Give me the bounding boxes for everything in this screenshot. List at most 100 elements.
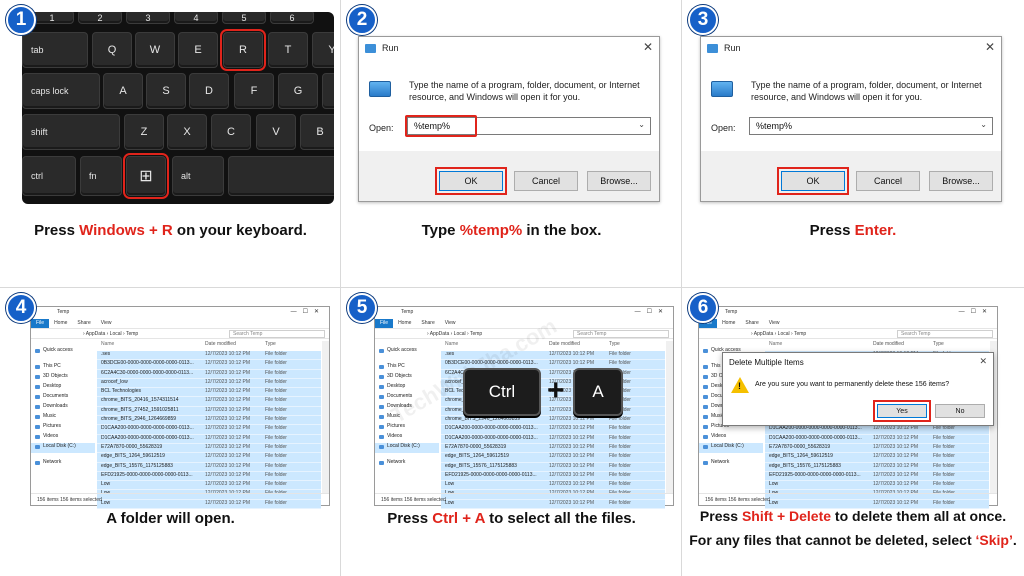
- key-fn[interactable]: fn: [80, 156, 122, 196]
- open-input[interactable]: %temp% ⌄: [749, 117, 993, 135]
- key-t[interactable]: T: [268, 32, 308, 68]
- tab-view[interactable]: View: [96, 319, 117, 328]
- key-space[interactable]: [228, 156, 334, 196]
- key-g[interactable]: G: [278, 73, 318, 109]
- tab-home[interactable]: Home: [49, 319, 72, 328]
- table-row[interactable]: Low 12/7/2023 10:12 PM File folder: [765, 481, 989, 491]
- key-shift[interactable]: shift: [22, 114, 120, 150]
- table-row[interactable]: D1CAA200-0000-0000-0000-0000-0113... 12/7…: [441, 425, 665, 435]
- search-input[interactable]: Search Temp: [573, 330, 669, 338]
- table-row[interactable]: D1CAA200-0000-0000-0000-0000-0113... 12/7…: [765, 434, 989, 444]
- key-ctrl[interactable]: ctrl: [22, 156, 76, 196]
- key-w[interactable]: W: [135, 32, 175, 68]
- yes-button[interactable]: Yes: [873, 400, 931, 422]
- scrollbar[interactable]: [322, 341, 329, 493]
- key-b[interactable]: B: [300, 114, 334, 150]
- scrollbar[interactable]: [666, 341, 673, 493]
- table-row[interactable]: D1CAA200-0000-0000-0000-0000-0113... 12/7…: [97, 425, 321, 435]
- key-5[interactable]: 5: [222, 12, 266, 24]
- nav-item[interactable]: Network: [375, 459, 439, 469]
- column-name[interactable]: Name: [769, 341, 873, 351]
- table-row[interactable]: chrome_BITS_20416_1574311514 12/7/2023 10…: [97, 397, 321, 407]
- column-date[interactable]: Date modified: [205, 341, 265, 351]
- tab-home[interactable]: Home: [717, 319, 740, 328]
- key-c[interactable]: C: [211, 114, 251, 150]
- tab-file[interactable]: File: [31, 319, 50, 328]
- nav-item[interactable]: This PC: [31, 363, 95, 373]
- key-2[interactable]: 2: [78, 12, 122, 24]
- key-e[interactable]: E: [178, 32, 218, 68]
- address-bar[interactable]: › AppData › Local › Temp Search Temp: [31, 328, 329, 339]
- key-x[interactable]: X: [167, 114, 207, 150]
- nav-item-local-disk[interactable]: Local Disk (C:): [31, 443, 95, 453]
- key-alt[interactable]: alt: [172, 156, 224, 196]
- table-row[interactable]: Low 12/7/2023 10:12 PM File folder: [441, 481, 665, 491]
- table-row[interactable]: edge_BITS_15576_1175125883 12/7/2023 10:1…: [97, 462, 321, 472]
- key-z[interactable]: Z: [124, 114, 164, 150]
- key-3[interactable]: 3: [126, 12, 170, 24]
- chevron-down-icon[interactable]: ⌄: [638, 120, 645, 129]
- nav-item[interactable]: This PC: [375, 363, 439, 373]
- tab-share[interactable]: Share: [72, 319, 95, 328]
- ok-button[interactable]: OK: [435, 167, 507, 195]
- column-name[interactable]: Name: [101, 341, 205, 351]
- table-row[interactable]: BCL Technologies 12/7/2023 10:12 PM File f…: [97, 388, 321, 398]
- table-row[interactable]: 0B3DCE00-0000-0000-0000-0000-0113... 12/7…: [97, 360, 321, 370]
- key-a[interactable]: A: [103, 73, 143, 109]
- table-row[interactable]: E72A7870-0000_55628319 12/7/2023 10:12 PM…: [441, 443, 665, 454]
- table-row[interactable]: D1CAA200-0000-0000-0000-0000-0113... 12/7…: [765, 425, 989, 435]
- key-s[interactable]: S: [146, 73, 186, 109]
- nav-item[interactable]: Documents: [31, 393, 95, 403]
- nav-item[interactable]: Music: [31, 413, 95, 423]
- nav-item-local-disk[interactable]: Local Disk (C:): [699, 443, 763, 453]
- nav-item[interactable]: Videos: [31, 433, 95, 443]
- close-icon[interactable]: ✕: [985, 40, 995, 54]
- cancel-button[interactable]: Cancel: [514, 171, 578, 191]
- nav-item[interactable]: Downloads: [31, 403, 95, 413]
- column-date[interactable]: Date modified: [873, 341, 933, 351]
- key-f[interactable]: F: [234, 73, 274, 109]
- table-row[interactable]: EFD21925-0000-0000-0000-0000-0113... 12/7…: [97, 471, 321, 482]
- key-v[interactable]: V: [256, 114, 296, 150]
- nav-item-local-disk[interactable]: Local Disk (C:): [375, 443, 439, 453]
- tab-share[interactable]: Share: [740, 319, 763, 328]
- address-bar[interactable]: › AppData › Local › Temp Search Temp: [699, 328, 997, 339]
- window-controls[interactable]: —☐✕: [291, 308, 325, 315]
- key-windows[interactable]: ⊞: [123, 153, 169, 199]
- tab-file[interactable]: File: [375, 319, 394, 328]
- search-input[interactable]: Search Temp: [229, 330, 325, 338]
- table-row[interactable]: edge_BITS_1264_59612519 12/7/2023 10:12 P…: [765, 453, 989, 463]
- table-row[interactable]: .ses 12/7/2023 10:12 PM File folder: [97, 351, 321, 361]
- key-4[interactable]: 4: [174, 12, 218, 24]
- key-caps-lock[interactable]: caps lock: [22, 73, 100, 109]
- column-type[interactable]: Type: [609, 341, 649, 351]
- window-controls[interactable]: —☐✕: [635, 308, 669, 315]
- key-1[interactable]: 1: [30, 12, 74, 24]
- column-type[interactable]: Type: [933, 341, 973, 351]
- nav-item[interactable]: 3D Objects: [31, 373, 95, 383]
- close-icon[interactable]: ✕: [979, 356, 987, 367]
- search-input[interactable]: Search Temp: [897, 330, 993, 338]
- browse-button[interactable]: Browse...: [929, 171, 993, 191]
- table-row[interactable]: edge_BITS_1264_59612519 12/7/2023 10:12 P…: [97, 453, 321, 463]
- table-row[interactable]: edge_BITS_15576_1175125883 12/7/2023 10:1…: [441, 462, 665, 472]
- nav-item[interactable]: Videos: [375, 433, 439, 443]
- nav-item[interactable]: Network: [31, 459, 95, 469]
- table-row[interactable]: Low 12/7/2023 10:12 PM File folder: [97, 481, 321, 491]
- browse-button[interactable]: Browse...: [587, 171, 651, 191]
- nav-item[interactable]: Quick access: [31, 347, 95, 357]
- tab-home[interactable]: Home: [393, 319, 416, 328]
- table-row[interactable]: edge_BITS_15576_1175125883 12/7/2023 10:1…: [765, 462, 989, 472]
- window-controls[interactable]: —☐✕: [959, 308, 993, 315]
- nav-item[interactable]: Desktop: [31, 383, 95, 393]
- tab-view[interactable]: View: [764, 319, 785, 328]
- close-icon[interactable]: ✕: [643, 40, 653, 54]
- table-row[interactable]: chrome_BITS_2946_1264669859 12/7/2023 10:…: [441, 416, 665, 426]
- column-date[interactable]: Date modified: [549, 341, 609, 351]
- key-h[interactable]: H: [322, 73, 334, 109]
- table-row[interactable]: E72A7870-0000_55628319 12/7/2023 10:12 PM…: [765, 443, 989, 454]
- table-row[interactable]: D1CAA200-0000-0000-0000-0000-0113... 12/7…: [441, 434, 665, 444]
- key-q[interactable]: Q: [92, 32, 132, 68]
- table-row[interactable]: EFD21925-0000-0000-0000-0000-0113... 12/7…: [441, 471, 665, 482]
- nav-item[interactable]: Pictures: [31, 423, 95, 433]
